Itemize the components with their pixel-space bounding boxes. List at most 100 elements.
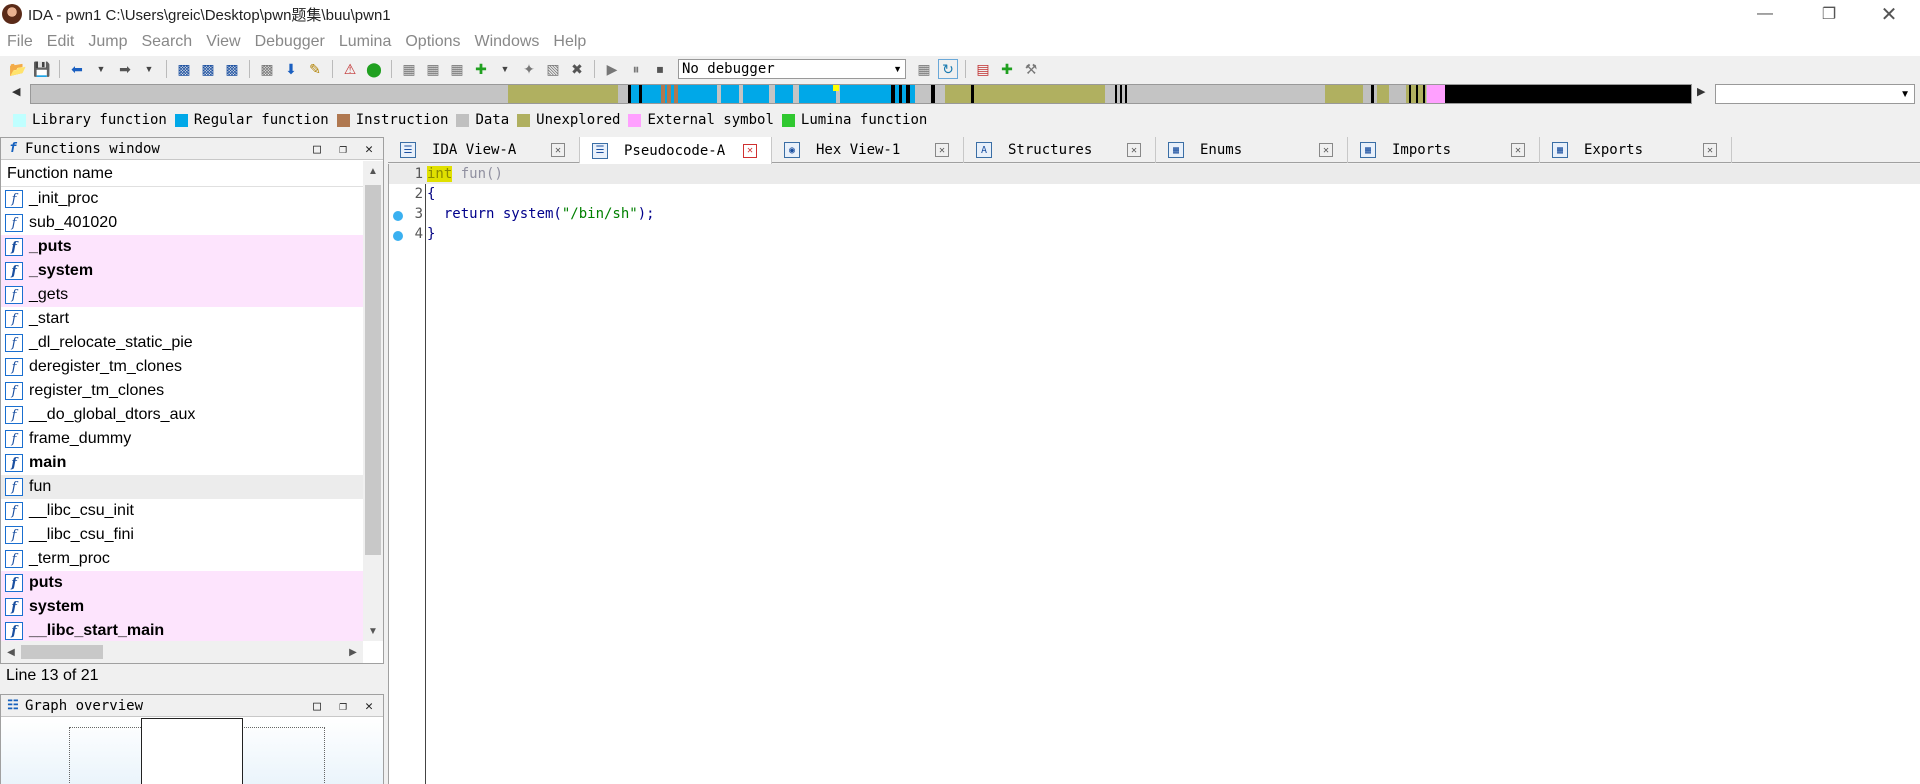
close-icon[interactable]: ✕ (359, 696, 379, 716)
function-row[interactable]: f system (1, 595, 363, 619)
forward-arrow-icon[interactable]: ➡ (115, 59, 135, 79)
function-row[interactable]: f register_tm_clones (1, 379, 363, 403)
menu-view[interactable]: View (199, 33, 247, 51)
back-arrow-icon[interactable]: ⬅ (67, 59, 87, 79)
tab-imports[interactable]: ▦ Imports ✕ (1348, 137, 1540, 163)
search-binary-icon[interactable]: ▩ (174, 59, 194, 79)
patch-icon[interactable]: ▧ (543, 59, 563, 79)
nav-left-arrow-icon[interactable]: ◀ (12, 85, 20, 98)
function-row[interactable]: f _dl_relocate_static_pie (1, 331, 363, 355)
function-row[interactable]: f frame_dummy (1, 427, 363, 451)
code-icon[interactable]: ▦ (447, 59, 467, 79)
function-row[interactable]: f _term_proc (1, 547, 363, 571)
code-line[interactable]: 1 int fun() (389, 164, 1920, 184)
breakpoint-list-icon[interactable]: ▤ (973, 59, 993, 79)
tab-enums[interactable]: ▦ Enums ✕ (1156, 137, 1348, 163)
segment-select[interactable]: ▼ (1715, 84, 1915, 104)
dropdown-arrow-icon[interactable]: ▼ (139, 59, 159, 79)
menu-jump[interactable]: Jump (81, 33, 134, 51)
pseudocode-view[interactable]: 1 int fun() 2 { 3 return system("/bin/sh… (388, 164, 1920, 784)
function-name-column-header[interactable]: Function name (1, 161, 363, 187)
maximize-icon[interactable]: ❐ (333, 139, 353, 159)
scroll-right-icon[interactable]: ▶ (343, 641, 363, 663)
code-string[interactable]: "/bin/sh" (562, 206, 638, 222)
function-row[interactable]: f _init_proc (1, 187, 363, 211)
dropdown-arrow-icon[interactable]: ▼ (495, 59, 515, 79)
function-row[interactable]: f _gets (1, 283, 363, 307)
search-immediate-icon[interactable]: ▩ (222, 59, 242, 79)
menu-lumina[interactable]: Lumina (332, 33, 398, 51)
dropdown-arrow-icon[interactable]: ▼ (91, 59, 111, 79)
menu-edit[interactable]: Edit (40, 33, 82, 51)
menu-file[interactable]: File (0, 33, 40, 51)
close-icon[interactable]: ✕ (743, 143, 757, 158)
graph-viewport-rect[interactable] (141, 718, 243, 784)
mark-position-icon[interactable]: ✎ (305, 59, 325, 79)
close-icon[interactable]: ✕ (551, 143, 565, 157)
close-icon[interactable]: ✕ (1511, 143, 1525, 157)
code-line[interactable]: 2 { (389, 184, 1920, 204)
save-icon[interactable]: 💾 (32, 59, 52, 79)
pause-icon[interactable]: ⏸ (626, 59, 646, 79)
scroll-left-icon[interactable]: ◀ (1, 641, 21, 663)
code-line[interactable]: 3 return system("/bin/sh"); (389, 204, 1920, 224)
nav-right-arrow-icon[interactable]: ▶ (1697, 85, 1705, 98)
function-row[interactable]: f __libc_csu_init (1, 499, 363, 523)
stop-icon[interactable]: ⏹ (650, 59, 670, 79)
tab-ida-view-a[interactable]: ☰ IDA View-A ✕ (388, 137, 580, 163)
scrollbar-thumb[interactable] (365, 185, 381, 555)
scroll-down-icon[interactable]: ▼ (363, 621, 383, 641)
menu-options[interactable]: Options (398, 33, 467, 51)
function-list-vertical-scrollbar[interactable]: ▲ ▼ (363, 161, 383, 641)
close-icon[interactable]: ✕ (1866, 0, 1912, 28)
function-row[interactable]: f __libc_csu_fini (1, 523, 363, 547)
menu-help[interactable]: Help (546, 33, 593, 51)
close-icon[interactable]: ✕ (1319, 143, 1333, 157)
function-row[interactable]: f _system (1, 259, 363, 283)
code-function-signature[interactable]: fun() (452, 166, 503, 182)
scrollbar-thumb[interactable] (21, 645, 103, 659)
tab-exports[interactable]: ▦ Exports ✕ (1540, 137, 1732, 163)
maximize-icon[interactable]: ❐ (333, 696, 353, 716)
navigation-strip[interactable] (30, 84, 1692, 104)
function-row[interactable]: f __libc_start_main (1, 619, 363, 641)
create-function-icon[interactable]: ▦ (399, 59, 419, 79)
close-icon[interactable]: ✕ (1703, 143, 1717, 157)
tab-pseudocode-a[interactable]: ☰ Pseudocode-A ✕ (580, 137, 772, 164)
breakpoint-dot-icon[interactable] (393, 231, 403, 241)
minimize-icon[interactable]: — (1742, 0, 1788, 28)
close-icon[interactable]: ✕ (1127, 143, 1141, 157)
menu-windows[interactable]: Windows (467, 33, 546, 51)
search-next-icon[interactable]: ▩ (257, 59, 277, 79)
code-keyword[interactable]: int (427, 166, 453, 182)
debugger-options-icon[interactable]: ▦ (914, 59, 934, 79)
function-row[interactable]: f _puts (1, 235, 363, 259)
code-statement[interactable]: return system( (427, 206, 562, 222)
green-circle-icon[interactable]: ⬤ (364, 59, 384, 79)
float-icon[interactable]: □ (307, 139, 327, 159)
function-row-selected[interactable]: f fun (1, 475, 363, 499)
function-row[interactable]: f main (1, 451, 363, 475)
add-watch-icon[interactable]: ✚ (997, 59, 1017, 79)
debugger-select[interactable]: No debugger ▼ (678, 59, 906, 79)
function-list-horizontal-scrollbar[interactable]: ◀ ▶ (1, 641, 363, 663)
close-icon[interactable]: ✕ (935, 143, 949, 157)
close-icon[interactable]: ✕ (359, 139, 379, 159)
menu-search[interactable]: Search (134, 33, 199, 51)
refresh-icon[interactable]: ↻ (938, 59, 958, 79)
undefine-icon[interactable]: ✦ (519, 59, 539, 79)
function-row[interactable]: f sub_401020 (1, 211, 363, 235)
jump-down-icon[interactable]: ⬇ (281, 59, 301, 79)
function-row[interactable]: f puts (1, 571, 363, 595)
open-folder-icon[interactable]: 📂 (8, 59, 28, 79)
play-icon[interactable]: ▶ (602, 59, 622, 79)
menu-debugger[interactable]: Debugger (248, 33, 332, 51)
graph-overview-canvas[interactable] (1, 718, 383, 784)
plus-icon[interactable]: ✚ (471, 59, 491, 79)
warning-icon[interactable]: ⚠ (340, 59, 360, 79)
float-icon[interactable]: □ (307, 696, 327, 716)
function-row[interactable]: f _start (1, 307, 363, 331)
delete-icon[interactable]: ✖ (567, 59, 587, 79)
restore-icon[interactable]: ❐ (1806, 0, 1852, 28)
code-line[interactable]: 4 } (389, 224, 1920, 244)
